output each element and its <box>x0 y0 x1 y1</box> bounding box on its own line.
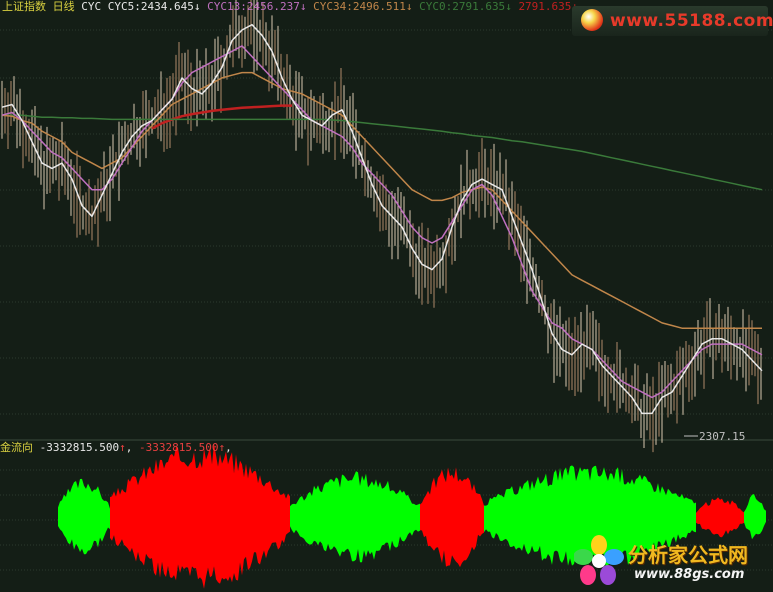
watermark-top-text: www.55188.com <box>610 11 773 31</box>
flow-sep: , <box>125 441 133 454</box>
flow-segment <box>290 471 420 563</box>
indicator-name: CYC <box>81 0 102 13</box>
flow-name: 金流向 <box>0 441 33 454</box>
cyc13-value: 2456.237 <box>246 0 300 13</box>
index-name: 上证指数 <box>2 0 46 13</box>
logo-ball-icon <box>581 9 603 31</box>
cyc13-line <box>1 45 763 399</box>
sub-header: 金流向 -3332815.500↑, -3332815.500↑, <box>0 441 232 454</box>
cyc34-line <box>1 71 762 329</box>
flow-segment <box>110 443 290 589</box>
cyc34-value: 2496.511 <box>352 0 406 13</box>
watermark-bottom: 分析家公式网 www.88gs.com <box>570 533 770 588</box>
flow-value-1: -3332815.500 <box>39 441 120 454</box>
flow-segment <box>58 478 110 555</box>
chart-canvas: 2307.15 <box>0 0 773 589</box>
watermark-bottom-title: 分析家公式网 <box>628 543 748 567</box>
flow-arrow-1: ↑ <box>119 441 126 454</box>
low-marker: 2307.15 <box>684 430 745 443</box>
cyc-extra-value: 2791.635 <box>518 0 572 13</box>
cyc5-value: 2434.645 <box>140 0 194 13</box>
watermark-bottom-url: www.88gs.com <box>634 567 745 582</box>
flow-value-2: -3332815.500 <box>138 441 219 454</box>
cyc0-arrow: ↓ <box>505 0 512 13</box>
moving-average-lines <box>1 23 763 415</box>
cyc13-arrow: ↓ <box>299 0 307 13</box>
cyc34-label: CYC34: <box>313 0 353 13</box>
cyc5-line <box>1 23 763 415</box>
cyc0-label: CYC0: <box>419 0 453 13</box>
flow-segment <box>420 467 484 568</box>
cyc5-arrow: ↓ <box>193 0 201 13</box>
cyc5-label: CYC5: <box>107 0 141 13</box>
flow-segment <box>696 497 744 538</box>
flower-logo-icon <box>574 535 624 585</box>
flow-sep-2: , <box>225 441 232 454</box>
cyc0-value: 2791.635 <box>452 0 506 13</box>
watermark-top: www.55188.com <box>572 6 773 36</box>
price-bars <box>1 0 762 453</box>
period-label: 日线 <box>52 0 75 13</box>
chart-header: 上证指数 日线 CYC CYC5:2434.645↓ CYC13:2456.23… <box>2 0 578 13</box>
cyc34-arrow: ↓ <box>405 0 413 13</box>
low-marker-label: 2307.15 <box>699 430 745 443</box>
cyc13-label: CYC13: <box>207 0 247 13</box>
